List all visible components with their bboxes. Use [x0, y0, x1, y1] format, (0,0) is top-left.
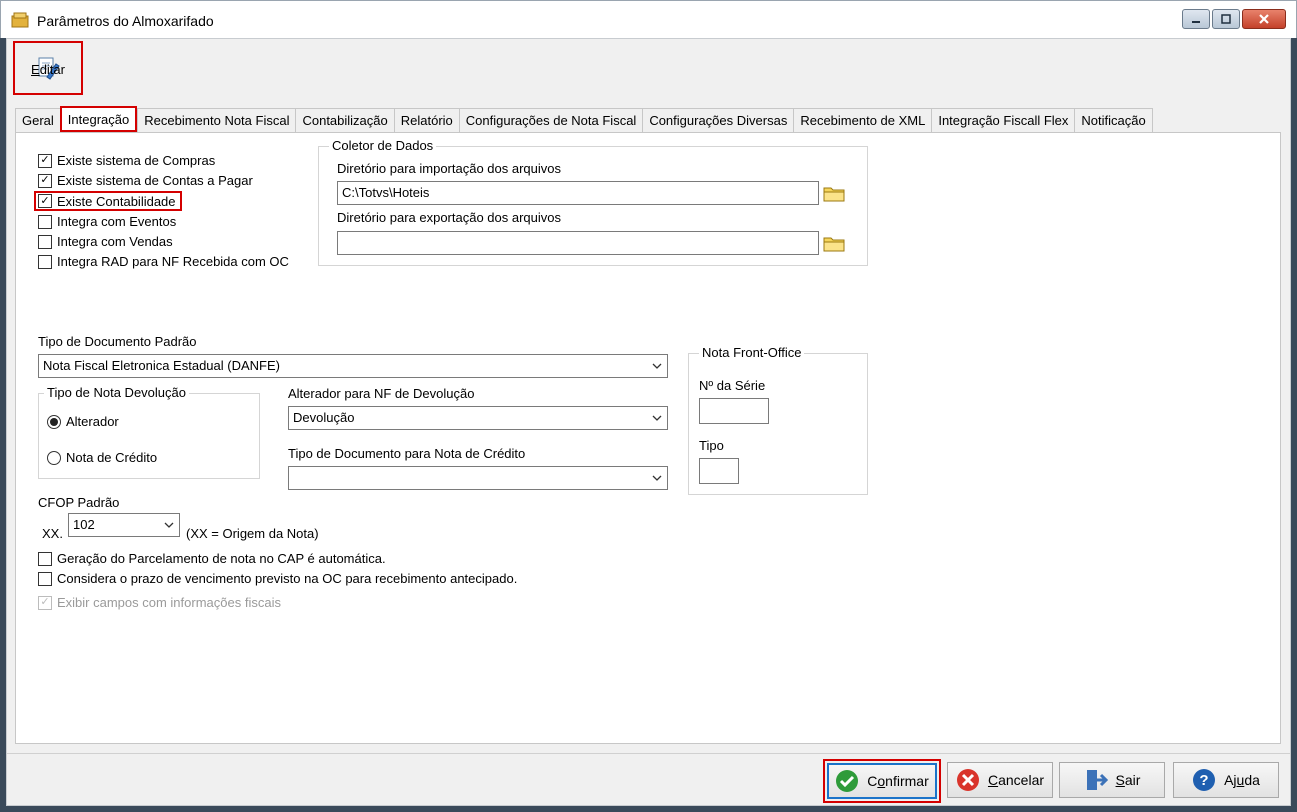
maximize-icon [1221, 14, 1231, 24]
checkbox-contabilidade[interactable]: ✓ Existe Contabilidade [34, 191, 182, 211]
checkbox-checked-icon: ✓ [38, 194, 52, 208]
import-dir-input[interactable]: C:\Totvs\Hoteis [337, 181, 819, 205]
close-icon [1259, 14, 1269, 24]
tab-geral[interactable]: Geral [15, 108, 60, 132]
minimize-button[interactable] [1182, 9, 1210, 29]
checkbox-rad[interactable]: Integra RAD para NF Recebida com OC [38, 254, 289, 269]
checkbox-parcelamento[interactable]: Geração do Parcelamento de nota no CAP é… [38, 551, 386, 566]
folder-icon[interactable] [822, 233, 846, 253]
cancel-icon [956, 769, 979, 791]
cfop-label: CFOP Padrão [38, 495, 120, 510]
radio-selected-icon [50, 417, 58, 426]
minimize-icon [1192, 21, 1200, 23]
radio-alterador[interactable]: Alterador [47, 414, 119, 429]
tab-integracao-fiscall-flex[interactable]: Integração Fiscall Flex [931, 108, 1075, 132]
tab-strip: Geral Integração Recebimento Nota Fiscal… [15, 106, 1153, 132]
devolucao-legend: Tipo de Nota Devolução [44, 385, 189, 400]
close-button[interactable] [1242, 9, 1286, 29]
tab-recebimento-nota-fiscal[interactable]: Recebimento Nota Fiscal [137, 108, 296, 132]
export-dir-input[interactable] [337, 231, 819, 255]
exit-button[interactable]: Sair [1059, 762, 1165, 798]
import-dir-label: Diretório para importação dos arquivos [337, 161, 561, 176]
checkbox-checked-icon: ✓ [38, 153, 52, 168]
chevron-down-icon [652, 475, 662, 481]
app-icon [11, 12, 29, 28]
cfop-select[interactable]: 102 [68, 513, 180, 537]
checkbox-eventos[interactable]: Integra com Eventos [38, 214, 176, 229]
chevron-down-icon [652, 415, 662, 421]
svg-text:?: ? [1199, 772, 1208, 789]
tipo-credito-select[interactable] [288, 466, 668, 490]
toolbar: Editar [7, 39, 1290, 99]
tipo-label: Tipo [699, 438, 724, 453]
tab-notificacao[interactable]: Notificação [1074, 108, 1153, 132]
coletor-legend: Coletor de Dados [329, 138, 437, 153]
checkbox-prazo-vencimento[interactable]: Considera o prazo de vencimento previsto… [38, 571, 517, 586]
integration-panel: ✓ Existe sistema de Compras ✓ Existe siste… [15, 132, 1281, 744]
checkbox-checked-icon: ✓ [38, 595, 52, 610]
exit-icon [1086, 770, 1108, 790]
window-title: Parâmetros do Almoxarifado [37, 13, 214, 29]
check-icon [836, 770, 859, 792]
folder-icon[interactable] [822, 183, 846, 203]
tipo-doc-label: Tipo de Documento Padrão [38, 334, 197, 349]
tipo-credito-label: Tipo de Documento para Nota de Crédito [288, 446, 526, 461]
alterador-select[interactable]: Devolução [288, 406, 668, 430]
tab-relatorio[interactable]: Relatório [393, 108, 459, 132]
radio-nota-credito[interactable]: Nota de Crédito [47, 450, 157, 465]
tab-configuracoes-nota-fiscal[interactable]: Configurações de Nota Fiscal [458, 108, 643, 132]
cfop-hint: (XX = Origem da Nota) [186, 526, 319, 541]
title-bar: Parâmetros do Almoxarifado [0, 0, 1297, 38]
edit-button-label: Editar [31, 62, 65, 77]
confirm-button[interactable]: Confirmar [827, 763, 937, 799]
checkbox-exibir-campos-fiscais: ✓ Exibir campos com informações fiscais [38, 595, 281, 610]
devolucao-group: Tipo de Nota Devolução Alterador Nota de… [38, 385, 260, 479]
tab-contabilizacao[interactable]: Contabilização [295, 108, 394, 132]
front-office-legend: Nota Front-Office [699, 345, 805, 360]
cancel-button[interactable]: Cancelar [947, 762, 1053, 798]
tab-integracao[interactable]: Integração [59, 106, 138, 132]
checkbox-contas-pagar[interactable]: ✓ Existe sistema de Contas a Pagar [38, 173, 253, 188]
export-dir-label: Diretório para exportação dos arquivos [337, 210, 562, 225]
checkbox-vendas[interactable]: Integra com Vendas [38, 234, 173, 249]
coletor-group: Coletor de Dados Diretório para importaç… [318, 138, 868, 266]
cfop-prefix: XX. [42, 526, 63, 541]
help-button[interactable]: ? Ajuda [1173, 762, 1279, 798]
serie-label: Nº da Série [699, 378, 766, 393]
alterador-label: Alterador para NF de Devolução [288, 386, 475, 401]
app-window: Parâmetros do Almoxarifado Editar Geral … [0, 0, 1297, 812]
checkbox-compras[interactable]: ✓ Existe sistema de Compras [38, 153, 215, 168]
tab-recebimento-xml[interactable]: Recebimento de XML [793, 108, 932, 132]
chevron-down-icon [652, 363, 662, 369]
maximize-button[interactable] [1212, 9, 1240, 29]
bottom-bar: Confirmar Cancelar Sair ? Ajuda [7, 753, 1290, 805]
client-area: Editar Geral Integração Recebimento Nota… [6, 38, 1291, 806]
edit-button[interactable]: Editar [13, 41, 83, 95]
chevron-down-icon [164, 522, 174, 528]
front-office-group: Nota Front-Office Nº da Série Tipo [688, 345, 868, 495]
serie-input[interactable] [699, 398, 769, 424]
tab-configuracoes-diversas[interactable]: Configurações Diversas [642, 108, 794, 132]
help-icon: ? [1193, 769, 1216, 791]
tipo-input[interactable] [699, 458, 739, 484]
checkbox-checked-icon: ✓ [38, 173, 52, 188]
tipo-doc-select[interactable]: Nota Fiscal Eletronica Estadual (DANFE) [38, 354, 668, 378]
